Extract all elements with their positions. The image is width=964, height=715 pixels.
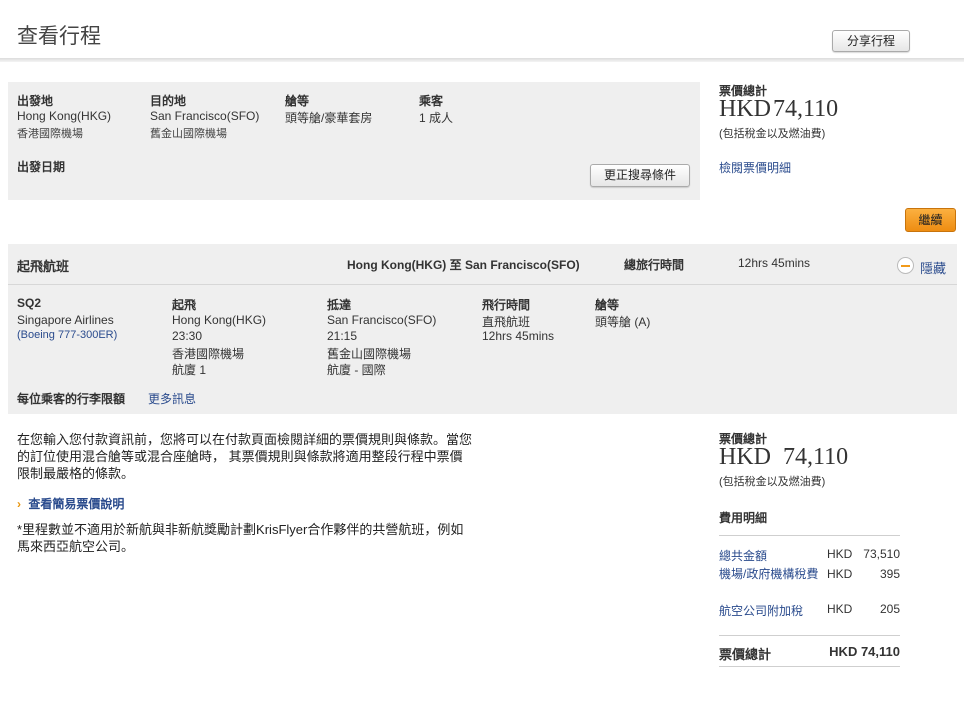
fare-total-number: 74,110 bbox=[773, 96, 839, 122]
fare-rules-note: 在您輸入您付款資訊前，您將可以在付款頁面檢閱詳細的票價規則與條款。當您的訂位使用… bbox=[17, 432, 473, 481]
fare-description-link[interactable]: 查看簡易票價說明 bbox=[28, 497, 124, 511]
breakdown-row-tax-amount: 395 bbox=[879, 567, 900, 581]
flight-duration-label: 飛行時間 bbox=[482, 298, 531, 312]
breakdown-row-surcharge-label[interactable]: 航空公司附加稅 bbox=[719, 602, 803, 619]
breakdown-row-tax-currency: HKD bbox=[827, 567, 853, 581]
chevron-right-icon: › bbox=[17, 497, 21, 511]
collapse-icon[interactable] bbox=[897, 257, 914, 274]
flight-cabin-value: 頭等艙 (A) bbox=[595, 315, 651, 329]
baggage-allowance-label: 每位乘客的行李限額 bbox=[17, 392, 126, 406]
fare-total-currency: HKD bbox=[719, 96, 771, 122]
fare-total-amount: HKD74,110 bbox=[719, 96, 838, 123]
arrive-label: 抵達 bbox=[327, 298, 352, 312]
origin-airport: 香港國際機場 bbox=[17, 128, 83, 140]
krisflyer-note: *里程數並不適用於新航與非新航獎勵計劃KrisFlyer合作夥伴的共營航班，例如… bbox=[17, 522, 464, 554]
depart-time: 23:30 bbox=[172, 329, 203, 343]
breakdown-row-base-label[interactable]: 總共金額 bbox=[719, 547, 767, 564]
arrive-city: San Francisco(SFO) bbox=[327, 313, 437, 327]
header-divider bbox=[0, 58, 964, 62]
share-itinerary-button[interactable]: 分享行程 bbox=[832, 30, 910, 52]
breakdown-row-surcharge-amount: 205 bbox=[879, 602, 900, 616]
modify-search-button[interactable]: 更正搜尋條件 bbox=[590, 164, 690, 187]
flight-route: Hong Kong(HKG) 至 San Francisco(SFO) bbox=[347, 258, 580, 272]
flight-cabin-label: 艙等 bbox=[595, 298, 620, 312]
origin-value: Hong Kong(HKG) bbox=[17, 109, 112, 123]
hide-flight-link[interactable]: 隱藏 bbox=[920, 258, 946, 277]
cabin-label: 艙等 bbox=[285, 94, 310, 108]
breakdown-divider-mid bbox=[719, 635, 900, 636]
breakdown-divider-top bbox=[719, 535, 900, 536]
fee-breakdown-title: 費用明細 bbox=[719, 511, 768, 525]
flight-type: 直飛航班 bbox=[482, 315, 531, 329]
depart-terminal: 航廈 1 bbox=[172, 363, 207, 377]
flight-duration-value: 12hrs 45mins bbox=[482, 329, 555, 343]
fare-summary-amount: HKD 74,110 bbox=[719, 444, 848, 471]
breakdown-row-tax-label[interactable]: 機場/政府機構稅費 bbox=[719, 567, 819, 582]
airline-name: Singapore Airlines bbox=[17, 313, 114, 327]
depart-city: Hong Kong(HKG) bbox=[172, 313, 267, 327]
total-travel-time-value: 12hrs 45mins bbox=[738, 256, 811, 270]
destination-airport: 舊金山國際機場 bbox=[150, 128, 227, 140]
breakdown-divider-bottom bbox=[719, 666, 900, 667]
continue-button[interactable]: 繼續 bbox=[905, 208, 956, 232]
breakdown-row-base-currency: HKD bbox=[827, 547, 853, 561]
passenger-label: 乘客 bbox=[419, 94, 444, 108]
arrive-airport: 舊金山國際機場 bbox=[327, 347, 412, 361]
fare-summary-note: (包括稅金以及燃油費) bbox=[719, 476, 826, 488]
breakdown-row-surcharge-currency: HKD bbox=[827, 602, 853, 616]
page-title: 查看行程 bbox=[17, 25, 101, 48]
cabin-value: 頭等艙/豪華套房 bbox=[285, 111, 373, 125]
fare-summary-number: 74,110 bbox=[783, 444, 849, 470]
flight-section-title: 起飛航班 bbox=[17, 259, 70, 274]
destination-label: 目的地 bbox=[150, 94, 187, 108]
fare-grand-total-value: HKD 74,110 bbox=[829, 644, 900, 659]
origin-label: 出發地 bbox=[17, 94, 54, 108]
more-info-link[interactable]: 更多訊息 bbox=[148, 390, 196, 407]
depart-airport: 香港國際機場 bbox=[172, 347, 245, 361]
depart-label: 起飛 bbox=[172, 298, 197, 312]
breakdown-row-base-amount: 73,510 bbox=[863, 547, 900, 561]
destination-value: San Francisco(SFO) bbox=[150, 109, 260, 123]
arrive-terminal: 航廈 - 國際 bbox=[327, 363, 386, 377]
aircraft-type-link[interactable]: (Boeing 777-300ER) bbox=[17, 329, 117, 341]
passenger-value: 1 成人 bbox=[419, 111, 454, 125]
flight-panel-divider bbox=[8, 284, 957, 285]
fare-grand-total-label: 票價總計 bbox=[719, 647, 772, 662]
fare-total-note: (包括稅金以及燃油費) bbox=[719, 128, 826, 140]
flight-number: SQ2 bbox=[17, 296, 42, 310]
total-travel-time-label: 總旅行時間 bbox=[624, 258, 685, 272]
fare-summary-currency: HKD bbox=[719, 444, 771, 470]
fare-description-link-row[interactable]: › 查看簡易票價說明 bbox=[17, 495, 124, 512]
view-fare-details-link[interactable]: 檢閱票價明細 bbox=[719, 159, 791, 176]
departure-date-label: 出發日期 bbox=[17, 160, 66, 174]
arrive-time: 21:15 bbox=[327, 329, 358, 343]
